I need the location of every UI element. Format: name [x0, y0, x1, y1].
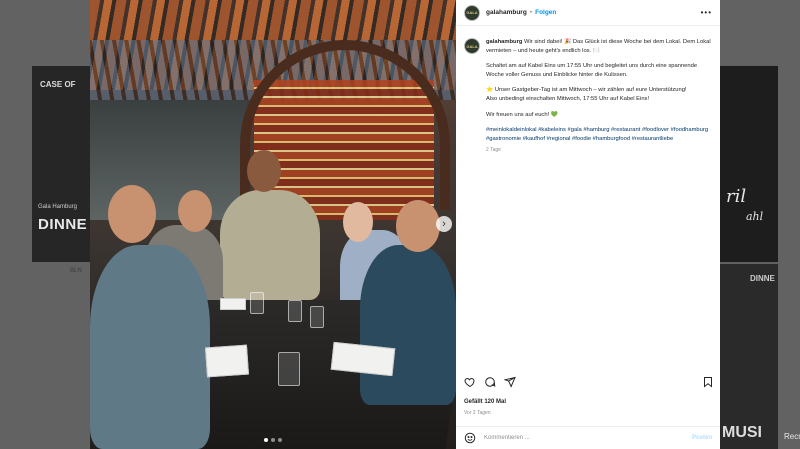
post-date: Vor 2 Tagen: [464, 410, 491, 416]
photo-head-2: [178, 190, 212, 232]
comment-icon: [485, 377, 496, 387]
caption-paragraph: ⭐ Unser Gastgeber-Tag ist am Mittwoch – …: [486, 86, 714, 103]
photo-head-4: [343, 202, 373, 242]
background-post-right-script-2: ahl: [746, 210, 764, 223]
carousel-next-button[interactable]: ›: [436, 216, 452, 232]
background-right-label: Recr: [784, 432, 800, 441]
photo-person-5: [360, 245, 456, 405]
avatar[interactable]: GALA: [464, 4, 480, 21]
caption-intro: Wir sind dabei! 🎉: [524, 39, 572, 45]
emoji-icon[interactable]: [464, 432, 476, 444]
share-button[interactable]: [503, 376, 516, 390]
background-post-right-2-bottom: MUSI: [722, 424, 762, 441]
comment-button[interactable]: [484, 376, 496, 390]
send-icon: [503, 376, 516, 388]
comment-input[interactable]: [484, 435, 674, 441]
heart-icon: [464, 377, 475, 388]
caption-line: ⭐ Unser Gastgeber-Tag ist am Mittwoch – …: [486, 87, 687, 94]
post-header: GALA galahamburg • Folgen •••: [456, 0, 720, 26]
photo-glass-4: [288, 300, 302, 322]
caption-line: Schaltet am auf Kabel Eins um 17:55 Uhr …: [486, 63, 698, 78]
post-actions: [464, 376, 714, 390]
more-options-button[interactable]: •••: [701, 8, 712, 17]
author-username[interactable]: galahamburg: [486, 9, 527, 16]
caption-line: Also unbedingt einschalten Mittwoch, 17:…: [486, 95, 650, 102]
likes-count[interactable]: Gefällt 120 Mal: [464, 399, 506, 405]
photo-head-1: [108, 185, 156, 243]
post-side-panel: GALA galahamburg • Folgen ••• GALA galah…: [456, 0, 720, 449]
background-post-left[interactable]: CASE OF Gala Hamburg DINNE: [32, 66, 90, 262]
post-modal: › GALA galahamburg • Folgen ••• GALA gal…: [90, 0, 720, 449]
comment-bar: Posten: [456, 426, 720, 449]
photo-glass: [278, 352, 300, 386]
caption-avatar[interactable]: GALA: [464, 38, 480, 54]
background-post-left-title: DINNE: [38, 216, 88, 233]
photo-head-5: [396, 200, 440, 252]
carousel-dot: [271, 438, 275, 442]
caption-time-ago: 2 Tage: [486, 147, 501, 154]
post-caption: GALA galahamburg Wir sind dabei! 🎉 Das G…: [464, 38, 714, 155]
caption-username[interactable]: galahamburg: [486, 39, 522, 45]
like-button[interactable]: [464, 376, 476, 390]
caption-body: galahamburg Wir sind dabei! 🎉 Das Glück …: [486, 38, 714, 155]
background-text-left: BLN: [70, 268, 82, 274]
carousel-dots: [264, 438, 282, 442]
photo-glass-3: [250, 292, 264, 314]
carousel-dot: [264, 438, 268, 442]
caption-first-paragraph: galahamburg Wir sind dabei! 🎉 Das Glück …: [486, 38, 714, 55]
bookmark-icon: [704, 377, 712, 388]
background-post-right-script: ril: [726, 186, 747, 207]
background-post-right-2[interactable]: DINNE MUSI: [720, 264, 778, 449]
post-photo[interactable]: ›: [90, 0, 456, 449]
background-post-left-small: Gala Hamburg: [38, 204, 78, 210]
background-post-right-2-top: DINNE: [750, 274, 775, 283]
photo-person-standing: [220, 190, 320, 300]
photo-person-1: [90, 245, 210, 449]
photo-menu-card: [205, 344, 249, 378]
follow-button[interactable]: Folgen: [535, 9, 556, 16]
header-separator: •: [529, 9, 533, 16]
save-button[interactable]: [702, 376, 714, 390]
caption-line: Wir freuen uns auf euch! 💚: [486, 111, 558, 118]
post-comment-button[interactable]: Posten: [692, 435, 712, 441]
photo-head-standing: [247, 150, 281, 192]
photo-glass-2: [310, 306, 324, 328]
avatar-text: GALA: [466, 10, 478, 15]
caption-hashtags[interactable]: #meinlokaldeinlokal #kabeleins #gala #ha…: [486, 126, 714, 143]
carousel-dot: [278, 438, 282, 442]
background-post-right[interactable]: ril ahl: [720, 66, 778, 262]
photo-menu-card-3: [220, 298, 246, 310]
caption-avatar-text: GALA: [466, 43, 478, 49]
background-post-left-top: CASE OF: [40, 80, 76, 89]
